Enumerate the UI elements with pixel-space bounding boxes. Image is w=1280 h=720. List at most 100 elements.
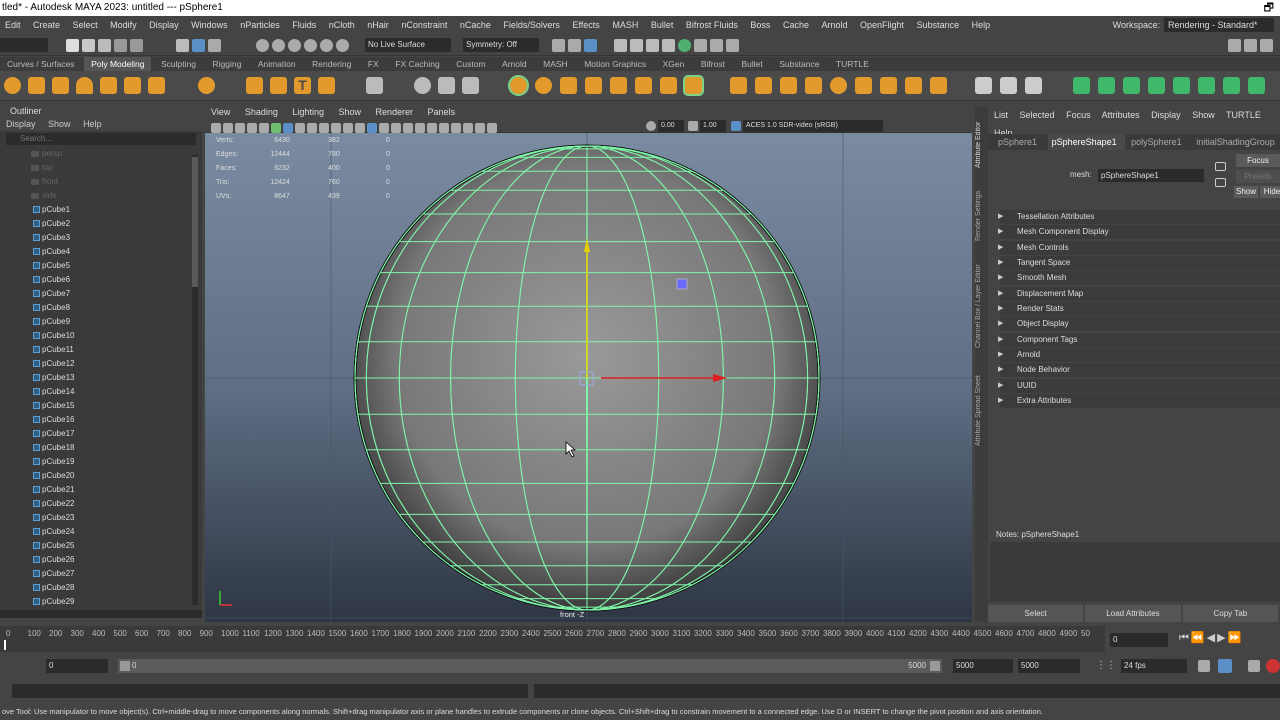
fps-dropdown[interactable]: 24 fps [1121,659,1187,673]
viewport-menu-view[interactable]: View [205,106,236,119]
modeling-toolkit-icon[interactable] [1244,38,1257,52]
image-plane-icon[interactable] [247,123,257,133]
outliner-item-pcube6[interactable]: pCube6 [0,273,202,287]
cylindrical-uv-icon[interactable] [1148,77,1165,94]
poly-torus-icon[interactable] [100,77,117,94]
shelf-tab-rigging[interactable]: Rigging [205,57,248,71]
menu-boss[interactable]: Boss [745,16,775,34]
section-mesh-controls[interactable]: Mesh Controls [998,241,1280,255]
current-frame-field[interactable]: 0 [1110,633,1168,647]
wedge-icon[interactable] [905,77,922,94]
workspace-dropdown[interactable]: Rendering - Standard* [1164,18,1274,32]
undo-icon[interactable] [114,38,127,52]
range-end-handle[interactable] [930,661,940,671]
outliner-item-pcube3[interactable]: pCube3 [0,231,202,245]
outliner-item-pcube15[interactable]: pCube15 [0,399,202,413]
snap-point-icon[interactable] [288,38,301,52]
play-forward-icon[interactable]: ▶ [1217,632,1227,644]
poly-cylinder-icon[interactable] [52,77,69,94]
arnold-ipr-icon[interactable] [710,38,723,52]
shelf-tab-substance[interactable]: Substance [772,57,826,71]
exposure-field[interactable]: 0.00 [658,120,684,132]
smooth-icon[interactable] [438,77,455,94]
ae-tab-psphere1[interactable]: pSphere1 [994,134,1045,150]
unfold-icon[interactable] [1223,77,1240,94]
platonic-solid-icon[interactable] [198,77,215,94]
outliner-item-pcube16[interactable]: pCube16 [0,413,202,427]
bookmarks-icon[interactable] [235,123,245,133]
poly-disc-icon[interactable] [148,77,165,94]
gamma-field[interactable]: 1.00 [700,120,726,132]
snap-curve-icon[interactable] [272,38,285,52]
collapse-icon[interactable] [805,77,822,94]
outliner-item-pcube19[interactable]: pCube19 [0,455,202,469]
mirror-icon[interactable] [535,77,552,94]
playback-end-field[interactable]: 5000 [1018,659,1080,673]
outliner-item-pcube5[interactable]: pCube5 [0,259,202,273]
outliner-item-pcube25[interactable]: pCube25 [0,539,202,553]
snap-surface-icon[interactable] [320,38,333,52]
ae-menu-display[interactable]: Display [1151,110,1181,120]
side-tab-attribute-editor[interactable]: Attribute Editor [975,110,988,180]
safe-action-icon[interactable] [343,123,353,133]
ae-menu-list[interactable]: List [994,110,1008,120]
node-copy-icon[interactable] [1215,178,1226,187]
side-tab-attribute-spread-sheet[interactable]: Attribute Spread Sheet [975,366,988,456]
section-smooth-mesh[interactable]: Smooth Mesh [998,271,1280,285]
viewport-menu-renderer[interactable]: Renderer [370,106,420,119]
poke-icon[interactable] [880,77,897,94]
select-camera-icon[interactable] [211,123,221,133]
outliner-item-pcube1[interactable]: pCube1 [0,203,202,217]
shelf-tab-mash[interactable]: MASH [536,57,575,71]
outliner-item-pcube17[interactable]: pCube17 [0,427,202,441]
menu-arnold[interactable]: Arnold [816,16,852,34]
outliner-item-side[interactable]: side [0,189,202,203]
loop-playback-icon[interactable] [1198,660,1210,672]
menu-windows[interactable]: Windows [186,16,233,34]
hierarchy-mode-icon[interactable] [176,38,189,52]
ae-tab-polysphere1[interactable]: polySphere1 [1127,134,1190,150]
menu-cache[interactable]: Cache [778,16,814,34]
outliner-item-pcube2[interactable]: pCube2 [0,217,202,231]
outliner-item-top[interactable]: top [0,161,202,175]
step-back-frame-icon[interactable]: ◀ [1207,632,1217,644]
shelf-tab-arnold[interactable]: Arnold [495,57,534,71]
offset-edge-loop-icon[interactable] [930,77,947,94]
shelf-tab-fx[interactable]: FX [361,57,386,71]
multi-cut-icon[interactable] [683,75,704,96]
menu-modify[interactable]: Modify [105,16,142,34]
step-forward-frame-icon[interactable]: ⏩ [1228,632,1244,644]
outliner-scroll-thumb[interactable] [192,157,198,287]
ae-menu-turtle[interactable]: TURTLE [1226,110,1261,120]
target-weld-icon[interactable] [855,77,872,94]
viewport-menu-show[interactable]: Show [332,106,367,119]
outliner-item-pcube14[interactable]: pCube14 [0,385,202,399]
snap-view-plane-icon[interactable] [304,38,317,52]
keyframe-icon[interactable]: ⋮⋮ [1096,660,1116,671]
isolate-select-icon[interactable] [475,123,485,133]
current-time-indicator[interactable] [4,640,6,650]
range-start-handle[interactable] [120,661,130,671]
outliner-item-pcube8[interactable]: pCube8 [0,301,202,315]
redo-icon[interactable] [130,38,143,52]
menu-effects[interactable]: Effects [567,16,604,34]
shelf-tab-animation[interactable]: Animation [251,57,303,71]
menu-nconstraint[interactable]: nConstraint [396,16,452,34]
outliner-item-pcube20[interactable]: pCube20 [0,469,202,483]
menu-help[interactable]: Help [967,16,996,34]
menu-bifrost-fluids[interactable]: Bifrost Fluids [681,16,743,34]
film-gate-icon[interactable] [295,123,305,133]
menu-openflight[interactable]: OpenFlight [855,16,909,34]
ae-menu-selected[interactable]: Selected [1020,110,1055,120]
input-ops-icon[interactable] [568,38,581,52]
menu-fields-solvers[interactable]: Fields/Solvers [498,16,565,34]
ambient-occlusion-icon[interactable] [439,123,449,133]
presets-button[interactable]: Presets [1236,170,1280,183]
outliner-item-pcube13[interactable]: pCube13 [0,371,202,385]
smooth-shade-icon[interactable] [379,123,389,133]
sweep-mesh-icon[interactable] [270,77,287,94]
menu-substance[interactable]: Substance [912,16,965,34]
xray-icon[interactable] [487,123,497,133]
poly-cone-icon[interactable] [76,77,93,94]
motion-blur-icon[interactable] [451,123,461,133]
